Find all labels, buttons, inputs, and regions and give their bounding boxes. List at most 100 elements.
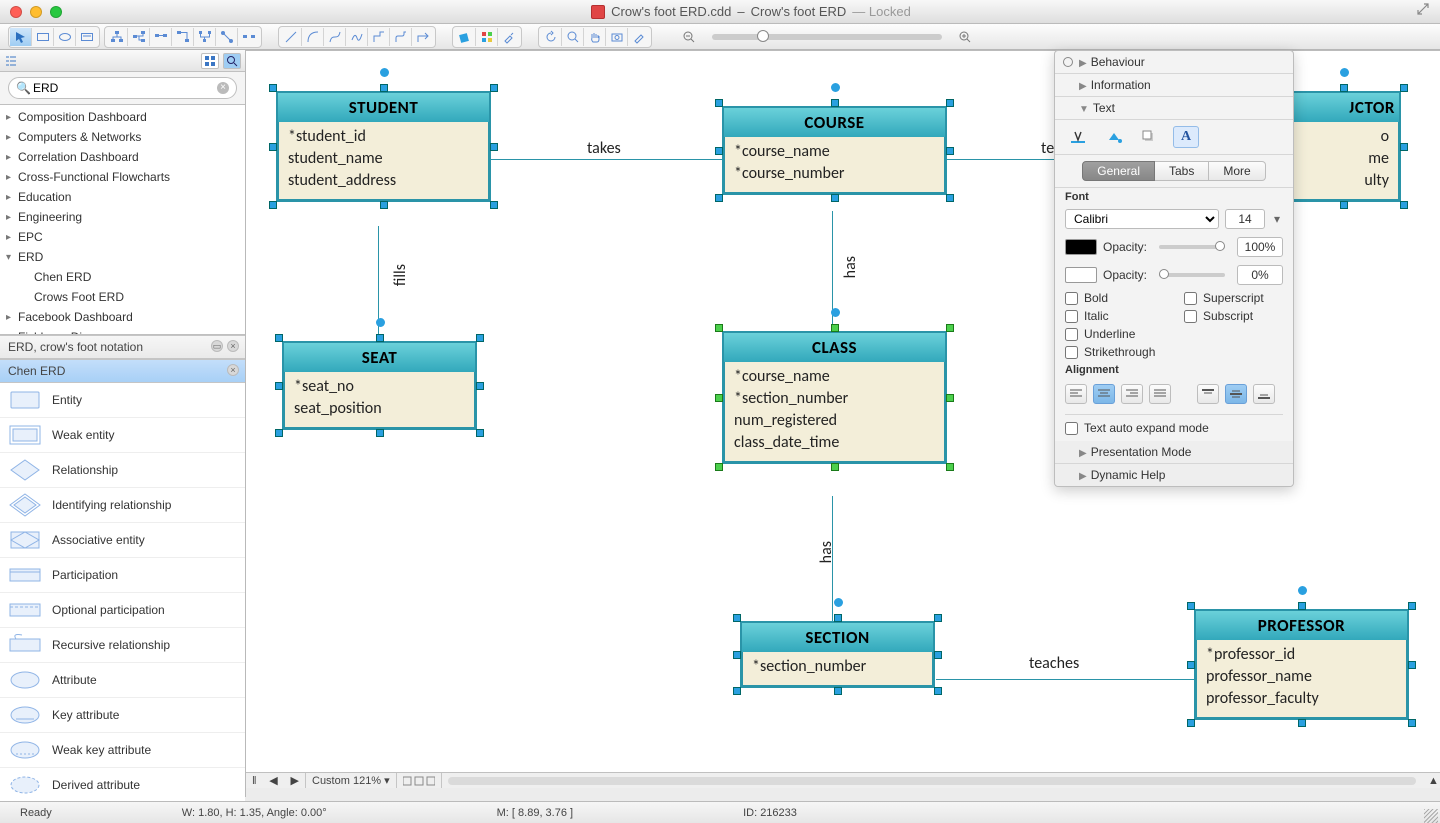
shape-item[interactable]: Optional participation <box>0 593 245 628</box>
tab-more[interactable]: More <box>1209 161 1265 181</box>
shape-item[interactable]: Identifying relationship <box>0 488 245 523</box>
ellipse-tool[interactable] <box>54 28 76 46</box>
align-right-button[interactable] <box>1121 384 1143 404</box>
pointer-tool[interactable] <box>10 28 32 46</box>
align-left-button[interactable] <box>1065 384 1087 404</box>
section-crows-foot[interactable]: ERD, crow's foot notation ▭× <box>0 335 245 359</box>
tree-item[interactable]: ▸Cross-Functional Flowcharts <box>0 167 245 187</box>
zoom-slider[interactable] <box>712 34 942 40</box>
italic-checkbox[interactable]: Italic <box>1055 307 1174 325</box>
text-color-swatch[interactable] <box>1065 239 1097 255</box>
zoom-readout[interactable]: Custom 121% ▾ <box>306 773 397 788</box>
tree-item[interactable]: ▾ERD <box>0 247 245 267</box>
entity-section[interactable]: SECTION *section_number <box>740 621 935 688</box>
inspector-behaviour[interactable]: ▶Behaviour <box>1055 51 1293 74</box>
pencil-tool[interactable] <box>628 28 650 46</box>
zoom-out-icon[interactable] <box>678 28 700 46</box>
inspector-presentation[interactable]: ▶Presentation Mode <box>1055 441 1293 464</box>
chain-tool-5[interactable] <box>238 28 260 46</box>
bezier-tool[interactable] <box>324 28 346 46</box>
connector-fills[interactable] <box>378 226 379 341</box>
tree-item-child[interactable]: Chen ERD <box>0 267 245 287</box>
text-opacity-slider[interactable] <box>1159 245 1225 249</box>
tab-general[interactable]: General <box>1082 161 1155 181</box>
zoom-in-icon[interactable] <box>954 28 976 46</box>
chain-tool-1[interactable] <box>150 28 172 46</box>
inspector-information[interactable]: ▶Information <box>1055 74 1293 97</box>
tree-view-icon[interactable] <box>0 52 22 70</box>
strike-checkbox[interactable]: Strikethrough <box>1055 343 1174 361</box>
align-center-button[interactable] <box>1093 384 1115 404</box>
text-box-tool[interactable] <box>76 28 98 46</box>
fill-style-icon[interactable] <box>1101 126 1127 148</box>
color-picker-tool[interactable] <box>476 28 498 46</box>
inspector-text[interactable]: ▼Text <box>1055 97 1293 120</box>
minimize-window-button[interactable] <box>30 6 42 18</box>
bg-opacity-slider[interactable] <box>1159 273 1225 277</box>
tree-item[interactable]: ▸Fishbone Diagram <box>0 327 245 335</box>
shape-item[interactable]: Weak entity <box>0 418 245 453</box>
valign-middle-button[interactable] <box>1225 384 1247 404</box>
shape-item[interactable]: Associative entity <box>0 523 245 558</box>
entity-class[interactable]: CLASS *course_name *section_number num_r… <box>722 331 947 464</box>
tab-tabs[interactable]: Tabs <box>1155 161 1209 181</box>
scroll-controls[interactable]: ▲▼ <box>1422 773 1440 788</box>
shape-item[interactable]: Attribute <box>0 663 245 698</box>
valign-bottom-button[interactable] <box>1253 384 1275 404</box>
tree-item[interactable]: ▸Correlation Dashboard <box>0 147 245 167</box>
font-family-select[interactable]: Calibri <box>1065 209 1219 229</box>
bold-checkbox[interactable]: Bold <box>1055 289 1174 307</box>
fill-picker-tool[interactable] <box>454 28 476 46</box>
bg-opacity-value[interactable]: 0% <box>1237 265 1283 285</box>
tree-item[interactable]: ▸Education <box>0 187 245 207</box>
library-search-input[interactable] <box>8 77 237 99</box>
clear-search-button[interactable]: × <box>217 82 229 94</box>
text-opacity-value[interactable]: 100% <box>1237 237 1283 257</box>
tree-tool-2[interactable] <box>128 28 150 46</box>
horizontal-scrollbar[interactable] <box>448 777 1416 785</box>
section-close-icon[interactable]: × <box>227 364 239 376</box>
eyedropper-tool[interactable] <box>498 28 520 46</box>
fullscreen-icon[interactable] <box>1416 2 1436 22</box>
tree-item[interactable]: ▸Facebook Dashboard <box>0 307 245 327</box>
tree-item-child[interactable]: Crows Foot ERD <box>0 287 245 307</box>
superscript-checkbox[interactable]: Superscript <box>1174 289 1293 307</box>
hand-tool[interactable] <box>584 28 606 46</box>
close-window-button[interactable] <box>10 6 22 18</box>
tree-item[interactable]: ▸Computers & Networks <box>0 127 245 147</box>
search-toggle-button[interactable] <box>223 53 241 69</box>
chain-tool-2[interactable] <box>172 28 194 46</box>
shape-item[interactable]: Weak key attribute <box>0 733 245 768</box>
tree-item[interactable]: ▸Engineering <box>0 207 245 227</box>
section-close-icon[interactable]: × <box>227 340 239 352</box>
tree-item[interactable]: ▸Composition Dashboard <box>0 107 245 127</box>
entity-instructor[interactable]: INSTRUCTOR omeulty <box>1286 91 1401 202</box>
zoom-window-button[interactable] <box>50 6 62 18</box>
shape-item[interactable]: Key attribute <box>0 698 245 733</box>
font-size-stepper[interactable]: ▾ <box>1271 212 1283 226</box>
chain-tool-3[interactable] <box>194 28 216 46</box>
valign-top-button[interactable] <box>1197 384 1219 404</box>
inspector-dynamic-help[interactable]: ▶Dynamic Help <box>1055 464 1293 486</box>
shape-item[interactable]: Participation <box>0 558 245 593</box>
round-elbow-tool[interactable] <box>390 28 412 46</box>
auto-expand-checkbox[interactable]: Text auto expand mode <box>1055 419 1293 441</box>
entity-student[interactable]: STUDENT *student_id student_name student… <box>276 91 491 202</box>
zoom-tool[interactable] <box>562 28 584 46</box>
entity-seat[interactable]: SEAT *seat_no seat_position <box>282 341 477 430</box>
rectangle-tool[interactable] <box>32 28 54 46</box>
line-tool[interactable] <box>280 28 302 46</box>
entity-course[interactable]: COURSE *course_name *course_number <box>722 106 947 195</box>
elbow-arrow-tool[interactable] <box>412 28 434 46</box>
shape-item[interactable]: Recursive relationship <box>0 628 245 663</box>
refresh-tool[interactable] <box>540 28 562 46</box>
tree-tool-1[interactable] <box>106 28 128 46</box>
grid-view-button[interactable] <box>201 53 219 69</box>
arc-tool[interactable] <box>302 28 324 46</box>
connector-teaches[interactable] <box>936 679 1194 680</box>
font-size-field[interactable]: 14 <box>1225 209 1265 229</box>
elbow-tool[interactable] <box>368 28 390 46</box>
entity-professor[interactable]: PROFESSOR *professor_id professor_name p… <box>1194 609 1409 720</box>
shadow-style-icon[interactable] <box>1137 126 1163 148</box>
view-mode-pages[interactable] <box>397 773 442 788</box>
